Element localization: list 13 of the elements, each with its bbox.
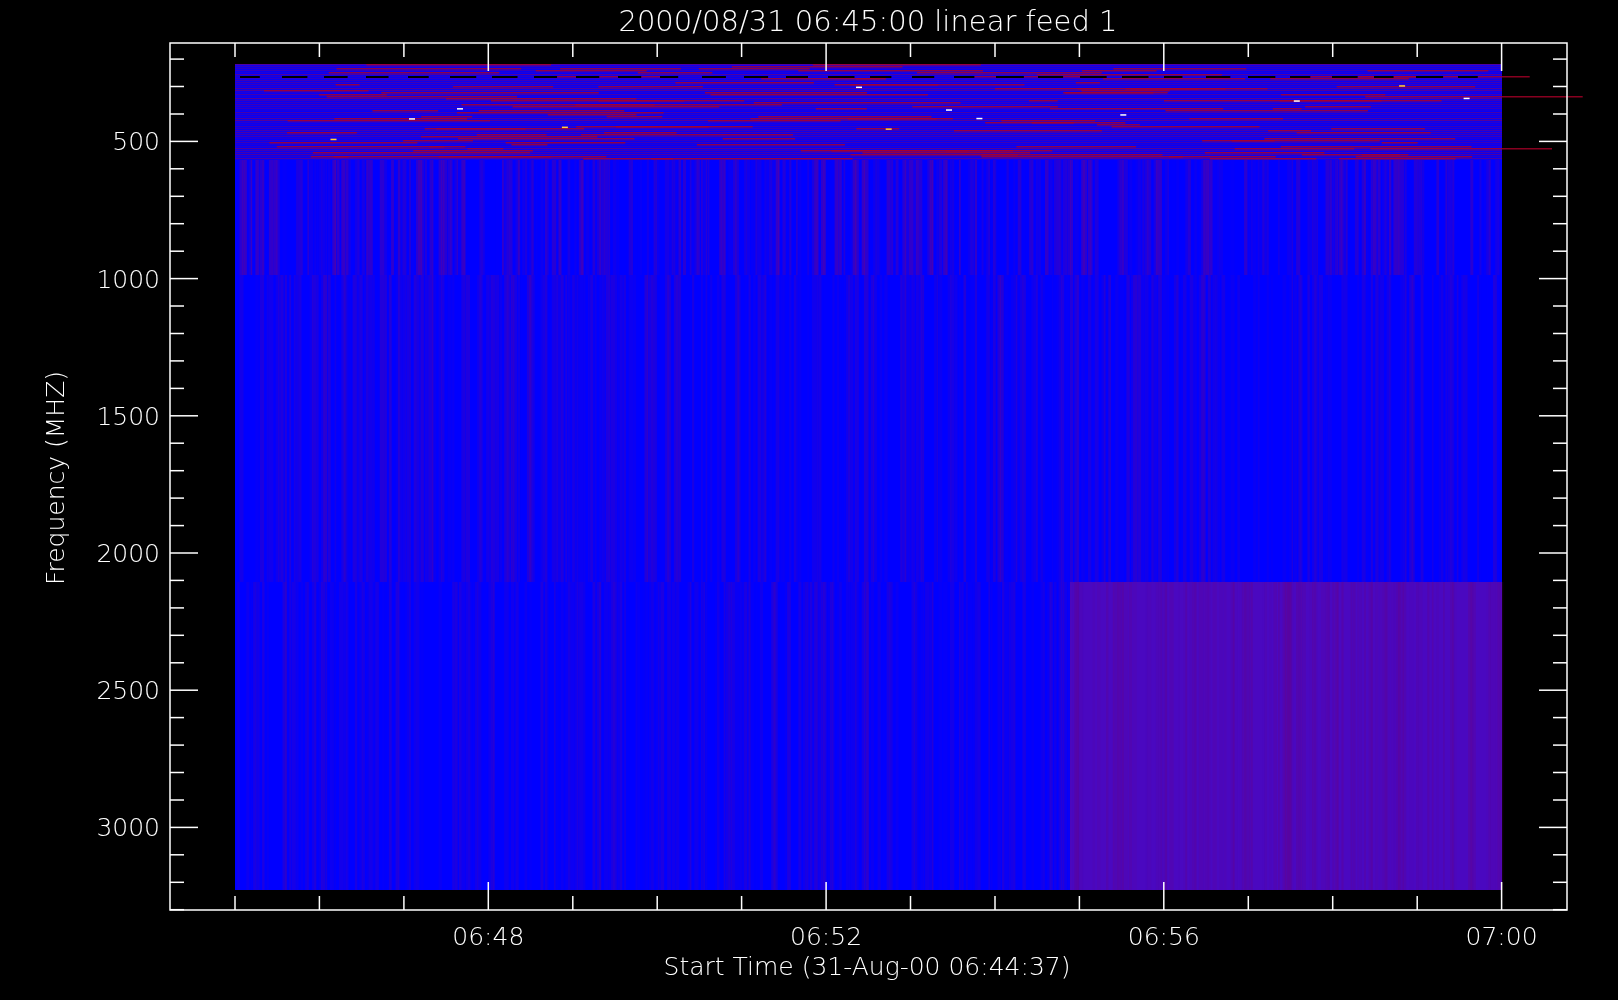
y-tick-label: 2500 bbox=[96, 676, 160, 706]
y-tick-label: 1500 bbox=[96, 401, 160, 431]
plot-title: 2000/08/31 06:45:00 linear feed 1 bbox=[618, 4, 1118, 38]
y-tick-label: 500 bbox=[112, 127, 160, 157]
x-tick-label: 06:52 bbox=[790, 922, 863, 951]
y-tick-label: 2000 bbox=[96, 539, 160, 568]
x-axis-label: Start Time (31-Aug-00 06:44:37) bbox=[663, 952, 1071, 981]
x-tick-label: 06:56 bbox=[1127, 922, 1200, 951]
y-axis-label: Frequency (MHZ) bbox=[41, 370, 70, 586]
x-tick-label: 07:00 bbox=[1465, 922, 1538, 951]
y-tick-label: 3000 bbox=[96, 813, 160, 843]
x-tick-label: 06:48 bbox=[452, 922, 525, 951]
y-tick-label: 1000 bbox=[96, 264, 160, 294]
